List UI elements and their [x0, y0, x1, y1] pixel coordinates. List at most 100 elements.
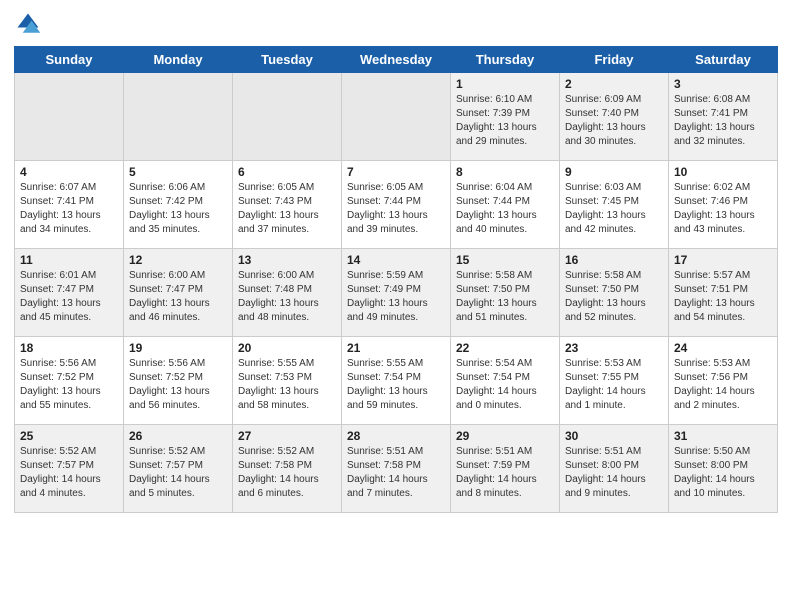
calendar-cell: 26 Sunrise: 5:52 AM Sunset: 7:57 PM Dayli…: [124, 425, 233, 513]
day-info: Sunrise: 5:57 AM Sunset: 7:51 PM Dayligh…: [674, 269, 772, 325]
calendar-cell: 21Sunrise: 5:55 AM Sunset: 7:54 PM Dayli…: [342, 337, 451, 425]
calendar-cell: 7 Sunrise: 6:05 AM Sunset: 7:44 PM Daylig…: [342, 161, 451, 249]
calendar-cell: 11 Sunrise: 6:01 AM Sunset: 7:47 PM Dayli…: [15, 249, 124, 337]
day-info: Sunrise: 5:52 AM Sunset: 7:57 PM Dayligh…: [129, 445, 227, 501]
calendar-cell: 6 Sunrise: 6:05 AM Sunset: 7:43 PM Daylig…: [233, 161, 342, 249]
calendar-week-row: 25 Sunrise: 5:52 AM Sunset: 7:57 PM Dayli…: [15, 425, 778, 513]
calendar-table: SundayMondayTuesdayWednesdayThursdayFrid…: [14, 46, 778, 513]
calendar-cell: 4Sunrise: 6:07 AM Sunset: 7:41 PM Daylig…: [15, 161, 124, 249]
calendar-cell: [342, 73, 451, 161]
calendar-cell: 13Sunrise: 6:00 AM Sunset: 7:48 PM Dayli…: [233, 249, 342, 337]
day-info: Sunrise: 6:08 AM Sunset: 7:41 PM Dayligh…: [674, 93, 772, 149]
weekday-header-saturday: Saturday: [669, 47, 778, 73]
day-info: Sunrise: 5:52 AM Sunset: 7:57 PM Dayligh…: [20, 445, 118, 501]
day-number: 21: [347, 341, 445, 355]
day-number: 8: [456, 165, 554, 179]
day-info: Sunrise: 5:59 AM Sunset: 7:49 PM Dayligh…: [347, 269, 445, 325]
day-info: Sunrise: 5:53 AM Sunset: 7:55 PM Dayligh…: [565, 357, 663, 413]
day-number: 5: [129, 165, 227, 179]
day-info: Sunrise: 5:56 AM Sunset: 7:52 PM Dayligh…: [129, 357, 227, 413]
day-number: 7: [347, 165, 445, 179]
day-number: 18: [20, 341, 118, 355]
day-number: 3: [674, 77, 772, 91]
calendar-cell: 5 Sunrise: 6:06 AM Sunset: 7:42 PM Daylig…: [124, 161, 233, 249]
day-info: Sunrise: 5:56 AM Sunset: 7:52 PM Dayligh…: [20, 357, 118, 413]
day-number: 23: [565, 341, 663, 355]
day-info: Sunrise: 6:06 AM Sunset: 7:42 PM Dayligh…: [129, 181, 227, 237]
day-number: 22: [456, 341, 554, 355]
calendar-cell: [124, 73, 233, 161]
calendar-cell: 3 Sunrise: 6:08 AM Sunset: 7:41 PM Daylig…: [669, 73, 778, 161]
day-info: Sunrise: 5:51 AM Sunset: 7:58 PM Dayligh…: [347, 445, 445, 501]
weekday-header-sunday: Sunday: [15, 47, 124, 73]
weekday-header-row: SundayMondayTuesdayWednesdayThursdayFrid…: [15, 47, 778, 73]
day-info: Sunrise: 6:04 AM Sunset: 7:44 PM Dayligh…: [456, 181, 554, 237]
day-number: 28: [347, 429, 445, 443]
logo: [14, 10, 46, 38]
calendar-cell: 15Sunrise: 5:58 AM Sunset: 7:50 PM Dayli…: [451, 249, 560, 337]
day-number: 26: [129, 429, 227, 443]
day-info: Sunrise: 5:51 AM Sunset: 7:59 PM Dayligh…: [456, 445, 554, 501]
calendar-week-row: 18 Sunrise: 5:56 AM Sunset: 7:52 PM Dayli…: [15, 337, 778, 425]
day-number: 27: [238, 429, 336, 443]
calendar-week-row: 4Sunrise: 6:07 AM Sunset: 7:41 PM Daylig…: [15, 161, 778, 249]
weekday-header-wednesday: Wednesday: [342, 47, 451, 73]
day-number: 25: [20, 429, 118, 443]
day-info: Sunrise: 5:54 AM Sunset: 7:54 PM Dayligh…: [456, 357, 554, 413]
day-number: 2: [565, 77, 663, 91]
calendar-cell: 16 Sunrise: 5:58 AM Sunset: 7:50 PM Dayli…: [560, 249, 669, 337]
day-number: 13: [238, 253, 336, 267]
calendar-cell: 22 Sunrise: 5:54 AM Sunset: 7:54 PM Dayli…: [451, 337, 560, 425]
day-info: Sunrise: 6:01 AM Sunset: 7:47 PM Dayligh…: [20, 269, 118, 325]
calendar-cell: 31 Sunrise: 5:50 AM Sunset: 8:00 PM Dayli…: [669, 425, 778, 513]
day-number: 31: [674, 429, 772, 443]
day-number: 20: [238, 341, 336, 355]
calendar-cell: 29 Sunrise: 5:51 AM Sunset: 7:59 PM Dayli…: [451, 425, 560, 513]
calendar-cell: 12 Sunrise: 6:00 AM Sunset: 7:47 PM Dayli…: [124, 249, 233, 337]
calendar-cell: 20 Sunrise: 5:55 AM Sunset: 7:53 PM Dayli…: [233, 337, 342, 425]
calendar-cell: [15, 73, 124, 161]
calendar-cell: 19 Sunrise: 5:56 AM Sunset: 7:52 PM Dayli…: [124, 337, 233, 425]
day-number: 6: [238, 165, 336, 179]
day-info: Sunrise: 6:09 AM Sunset: 7:40 PM Dayligh…: [565, 93, 663, 149]
day-info: Sunrise: 5:58 AM Sunset: 7:50 PM Dayligh…: [565, 269, 663, 325]
calendar-cell: [233, 73, 342, 161]
day-number: 11: [20, 253, 118, 267]
weekday-header-monday: Monday: [124, 47, 233, 73]
day-number: 19: [129, 341, 227, 355]
calendar-cell: 10 Sunrise: 6:02 AM Sunset: 7:46 PM Dayli…: [669, 161, 778, 249]
day-number: 10: [674, 165, 772, 179]
day-info: Sunrise: 6:05 AM Sunset: 7:43 PM Dayligh…: [238, 181, 336, 237]
day-info: Sunrise: 6:00 AM Sunset: 7:47 PM Dayligh…: [129, 269, 227, 325]
day-info: Sunrise: 6:05 AM Sunset: 7:44 PM Dayligh…: [347, 181, 445, 237]
calendar-cell: 17 Sunrise: 5:57 AM Sunset: 7:51 PM Dayli…: [669, 249, 778, 337]
day-number: 16: [565, 253, 663, 267]
day-info: Sunrise: 5:50 AM Sunset: 8:00 PM Dayligh…: [674, 445, 772, 501]
calendar-cell: 23 Sunrise: 5:53 AM Sunset: 7:55 PM Dayli…: [560, 337, 669, 425]
calendar-cell: 18 Sunrise: 5:56 AM Sunset: 7:52 PM Dayli…: [15, 337, 124, 425]
weekday-header-thursday: Thursday: [451, 47, 560, 73]
day-number: 30: [565, 429, 663, 443]
header: [14, 10, 778, 38]
logo-icon: [14, 10, 42, 38]
calendar-cell: 1Sunrise: 6:10 AM Sunset: 7:39 PM Daylig…: [451, 73, 560, 161]
calendar-cell: 30 Sunrise: 5:51 AM Sunset: 8:00 PM Dayli…: [560, 425, 669, 513]
weekday-header-tuesday: Tuesday: [233, 47, 342, 73]
day-info: Sunrise: 5:55 AM Sunset: 7:53 PM Dayligh…: [238, 357, 336, 413]
calendar-cell: 24 Sunrise: 5:53 AM Sunset: 7:56 PM Dayli…: [669, 337, 778, 425]
day-info: Sunrise: 6:03 AM Sunset: 7:45 PM Dayligh…: [565, 181, 663, 237]
day-number: 29: [456, 429, 554, 443]
day-number: 24: [674, 341, 772, 355]
day-number: 12: [129, 253, 227, 267]
day-number: 17: [674, 253, 772, 267]
day-info: Sunrise: 6:10 AM Sunset: 7:39 PM Dayligh…: [456, 93, 554, 149]
day-info: Sunrise: 5:52 AM Sunset: 7:58 PM Dayligh…: [238, 445, 336, 501]
calendar-cell: 27 Sunrise: 5:52 AM Sunset: 7:58 PM Dayli…: [233, 425, 342, 513]
day-info: Sunrise: 6:07 AM Sunset: 7:41 PM Dayligh…: [20, 181, 118, 237]
day-info: Sunrise: 6:02 AM Sunset: 7:46 PM Dayligh…: [674, 181, 772, 237]
calendar-cell: 8 Sunrise: 6:04 AM Sunset: 7:44 PM Daylig…: [451, 161, 560, 249]
day-info: Sunrise: 5:51 AM Sunset: 8:00 PM Dayligh…: [565, 445, 663, 501]
calendar-cell: 28 Sunrise: 5:51 AM Sunset: 7:58 PM Dayli…: [342, 425, 451, 513]
calendar-week-row: 1Sunrise: 6:10 AM Sunset: 7:39 PM Daylig…: [15, 73, 778, 161]
day-info: Sunrise: 5:53 AM Sunset: 7:56 PM Dayligh…: [674, 357, 772, 413]
